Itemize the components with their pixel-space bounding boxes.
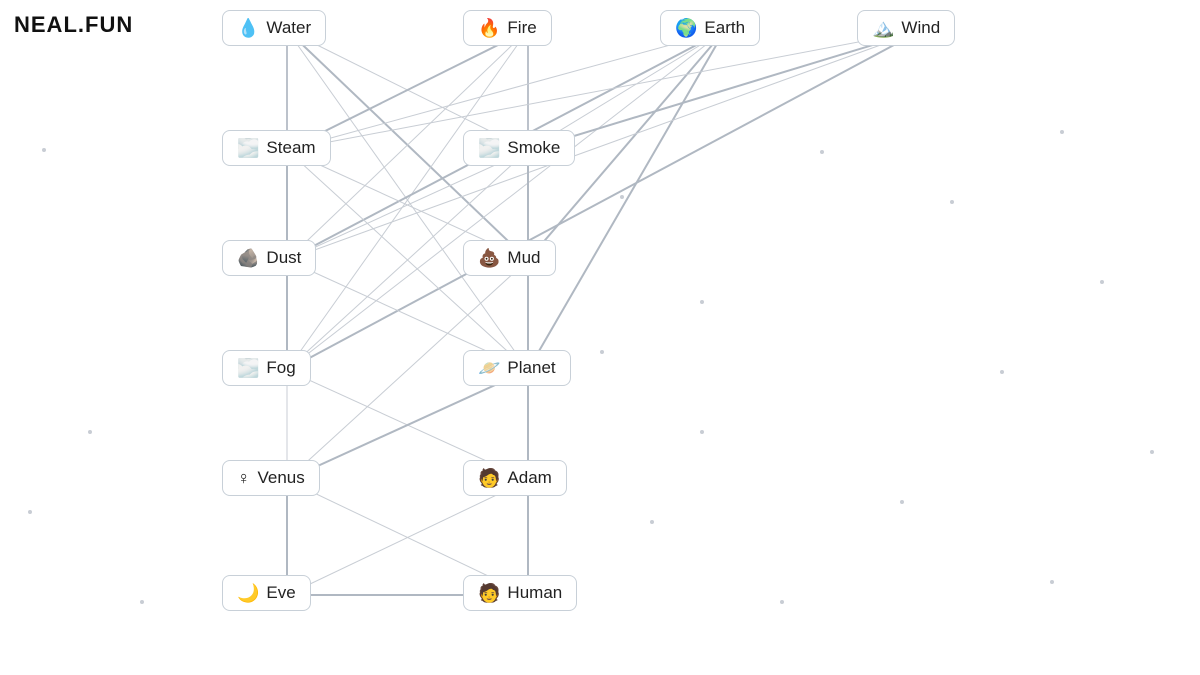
smoke-icon: 🌫️ (478, 139, 500, 157)
human-icon: 🧑 (478, 584, 500, 602)
human-label: Human (507, 583, 562, 603)
background-dot (1050, 580, 1054, 584)
dust-icon: 🪨 (237, 249, 259, 267)
eve-icon: 🌙 (237, 584, 259, 602)
background-dot (780, 600, 784, 604)
adam-label: Adam (507, 468, 551, 488)
element-card-fire[interactable]: 🔥 Fire (463, 10, 552, 46)
background-dot (1150, 450, 1154, 454)
wind-icon: 🏔️ (872, 19, 894, 37)
wind-label: Wind (901, 18, 940, 38)
earth-label: Earth (704, 18, 745, 38)
element-card-planet[interactable]: 🪐 Planet (463, 350, 571, 386)
element-card-wind[interactable]: 🏔️ Wind (857, 10, 955, 46)
background-dot (820, 150, 824, 154)
mud-icon: 💩 (478, 249, 500, 267)
background-dot (88, 430, 92, 434)
earth-icon: 🌍 (675, 19, 697, 37)
background-dot (1060, 130, 1064, 134)
element-card-fog[interactable]: 🌫️ Fog (222, 350, 311, 386)
venus-icon: ♀ (237, 469, 251, 487)
background-dot (900, 500, 904, 504)
background-dot (28, 510, 32, 514)
logo: NEAL.FUN (14, 12, 133, 38)
eve-label: Eve (266, 583, 295, 603)
smoke-label: Smoke (507, 138, 560, 158)
venus-label: Venus (258, 468, 305, 488)
water-label: Water (266, 18, 311, 38)
planet-label: Planet (507, 358, 555, 378)
element-card-dust[interactable]: 🪨 Dust (222, 240, 316, 276)
fog-label: Fog (266, 358, 295, 378)
element-card-eve[interactable]: 🌙 Eve (222, 575, 311, 611)
planet-icon: 🪐 (478, 359, 500, 377)
element-card-mud[interactable]: 💩 Mud (463, 240, 556, 276)
element-card-water[interactable]: 💧 Water (222, 10, 326, 46)
element-card-smoke[interactable]: 🌫️ Smoke (463, 130, 575, 166)
element-card-steam[interactable]: 🌫️ Steam (222, 130, 331, 166)
fog-icon: 🌫️ (237, 359, 259, 377)
element-card-human[interactable]: 🧑 Human (463, 575, 577, 611)
dust-label: Dust (266, 248, 301, 268)
fire-label: Fire (507, 18, 536, 38)
background-dot (600, 350, 604, 354)
water-icon: 💧 (237, 19, 259, 37)
background-dot (1000, 370, 1004, 374)
background-dot (700, 430, 704, 434)
fire-icon: 🔥 (478, 19, 500, 37)
background-dot (140, 600, 144, 604)
element-card-adam[interactable]: 🧑 Adam (463, 460, 567, 496)
steam-icon: 🌫️ (237, 139, 259, 157)
background-dot (650, 520, 654, 524)
background-dot (42, 148, 46, 152)
element-card-earth[interactable]: 🌍 Earth (660, 10, 760, 46)
background-dot (700, 300, 704, 304)
mud-label: Mud (507, 248, 540, 268)
element-card-venus[interactable]: ♀ Venus (222, 460, 320, 496)
adam-icon: 🧑 (478, 469, 500, 487)
background-dot (620, 195, 624, 199)
background-dot (1100, 280, 1104, 284)
steam-label: Steam (266, 138, 315, 158)
background-dot (950, 200, 954, 204)
